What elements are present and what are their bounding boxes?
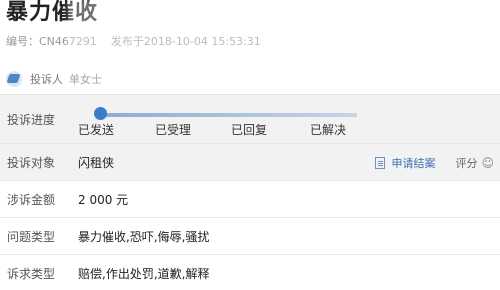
- progress-dot-icon: [94, 107, 107, 120]
- target-key: 投诉对象: [7, 155, 56, 170]
- step-sent: 已发送: [78, 123, 115, 137]
- demand-row: 诉求类型 赔偿,作出处罚,道歉,解释: [0, 255, 500, 290]
- issue-value: 暴力催收,恐吓,侮辱,骚扰: [78, 229, 210, 244]
- amount-row: 涉诉金额 2 000 元: [0, 181, 500, 218]
- blur-overlay: [68, 0, 500, 88]
- issue-key: 问题类型: [7, 229, 56, 244]
- avatar: [6, 71, 22, 87]
- amount-value: 2 000 元: [78, 192, 129, 207]
- step-resolved: 已解决: [310, 123, 347, 137]
- step-replied: 已回复: [231, 123, 268, 137]
- target-link[interactable]: 闪租侠: [78, 154, 114, 171]
- complaint-id-label: 编号：: [6, 35, 39, 48]
- target-row: 投诉对象 闪租侠 申请结案 评分 ☺: [0, 144, 500, 181]
- complainant-label: 投诉人: [30, 73, 63, 86]
- document-icon: [375, 156, 386, 169]
- progress-key: 投诉进度: [7, 112, 56, 127]
- demand-value: 赔偿,作出处罚,道歉,解释: [78, 266, 210, 281]
- complaint-table: 投诉进度 已发送 已受理 已回复 已解决 投诉对象 闪租侠 申请结案 评分 ☺ …: [0, 94, 500, 290]
- complaint-page: 暴力催收 编号：CN467291 发布于2018-10-04 15:53:31 投…: [0, 0, 500, 290]
- progress-steps: 已发送 已受理 已回复 已解决: [78, 94, 498, 144]
- issue-row: 问题类型 暴力催收,恐吓,侮辱,骚扰: [0, 218, 500, 255]
- thumbs-up-icon[interactable]: ☺: [481, 156, 494, 170]
- rate-label[interactable]: 评分: [455, 155, 477, 171]
- step-accepted: 已受理: [155, 123, 192, 137]
- demand-key: 诉求类型: [7, 266, 56, 281]
- progress-row: 投诉进度 已发送 已受理 已回复 已解决: [0, 94, 500, 144]
- target-actions: 申请结案 评分 ☺: [375, 144, 494, 181]
- progress-line: [102, 113, 357, 117]
- apply-close-button[interactable]: 申请结案: [391, 155, 435, 171]
- amount-key: 涉诉金额: [7, 192, 56, 207]
